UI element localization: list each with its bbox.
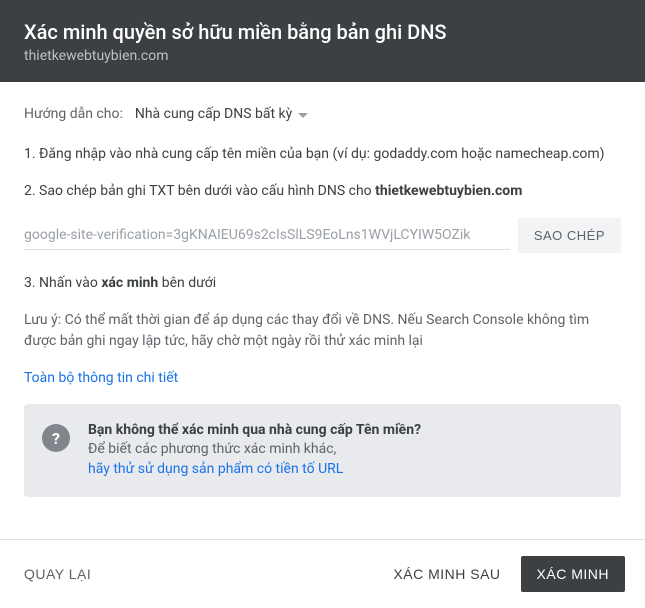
info-box: ? Bạn không thể xác minh qua nhà cung cấ…	[24, 404, 621, 497]
info-title: Bạn không thể xác minh qua nhà cung cấp …	[88, 422, 421, 438]
step-2-domain: thietkewebtuybien.com	[375, 183, 522, 199]
step-2-text: 2. Sao chép bản ghi TXT bên dưới vào cấu…	[24, 183, 375, 199]
back-button[interactable]: QUAY LẠI	[20, 558, 95, 590]
dialog-header: Xác minh quyền sở hữu miền bằng bản ghi …	[0, 0, 645, 82]
step-3-prefix: 3. Nhấn vào	[24, 275, 101, 291]
txt-record-input[interactable]	[24, 221, 510, 250]
dialog-title: Xác minh quyền sở hữu miền bằng bản ghi …	[24, 20, 621, 44]
help-icon: ?	[42, 424, 70, 452]
step-2: 2. Sao chép bản ghi TXT bên dưới vào cấu…	[24, 181, 621, 202]
verify-button[interactable]: XÁC MINH	[521, 556, 625, 592]
verify-later-button[interactable]: XÁC MINH SAU	[381, 558, 512, 590]
info-desc: Để biết các phương thức xác minh khác,	[88, 441, 336, 457]
step-1: 1. Đăng nhập vào nhà cung cấp tên miền c…	[24, 144, 621, 165]
step-3-suffix: bên dưới	[158, 275, 216, 291]
url-prefix-link[interactable]: hãy thử sử dụng sản phẩm có tiền tố URL	[88, 461, 343, 477]
dialog-domain: thietkewebtuybien.com	[24, 48, 621, 64]
instructions-label: Hướng dẫn cho:	[24, 106, 123, 122]
info-text: Để biết các phương thức xác minh khác, h…	[88, 440, 421, 479]
instructions-row: Hướng dẫn cho: Nhà cung cấp DNS bất kỳ	[24, 106, 621, 122]
dns-provider-dropdown[interactable]: Nhà cung cấp DNS bất kỳ	[135, 106, 308, 122]
step-3-bold: xác minh	[101, 275, 158, 291]
dropdown-value: Nhà cung cấp DNS bất kỳ	[135, 106, 292, 122]
details-link[interactable]: Toàn bộ thông tin chi tiết	[24, 370, 178, 386]
dialog-content: Hướng dẫn cho: Nhà cung cấp DNS bất kỳ 1…	[0, 82, 645, 521]
note-text: Lưu ý: Có thể mất thời gian để áp dụng c…	[24, 310, 621, 352]
step-3: 3. Nhấn vào xác minh bên dưới	[24, 273, 621, 294]
dialog-footer: QUAY LẠI XÁC MINH SAU XÁC MINH	[0, 539, 645, 608]
info-body: Bạn không thể xác minh qua nhà cung cấp …	[88, 422, 421, 479]
chevron-down-icon	[298, 106, 308, 122]
txt-record-row: SAO CHÉP	[24, 218, 621, 253]
copy-button[interactable]: SAO CHÉP	[518, 218, 621, 253]
